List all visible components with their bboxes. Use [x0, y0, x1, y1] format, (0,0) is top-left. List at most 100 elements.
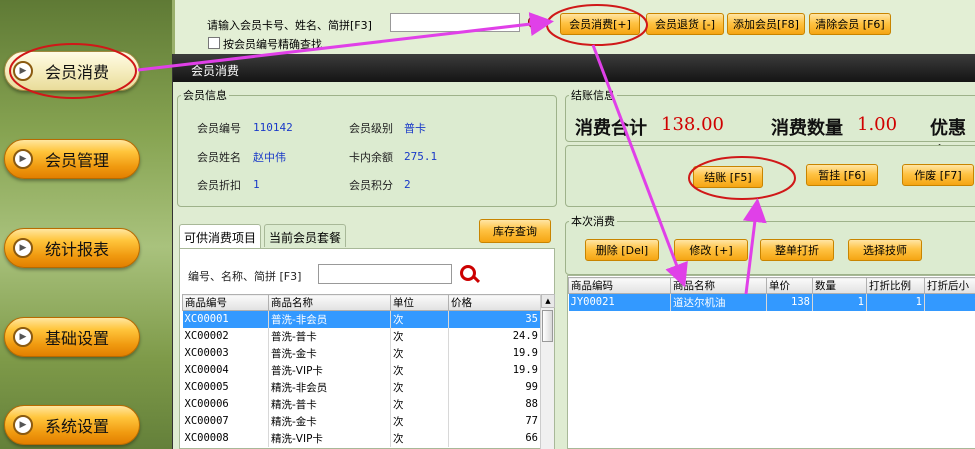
search-label: 请输入会员卡号、姓名、简拼[F3] — [207, 19, 372, 32]
exact-match-checkbox[interactable] — [208, 37, 220, 49]
choose-technician-button[interactable]: 选择技师 — [848, 239, 922, 261]
cell-code: XC00003 — [182, 344, 269, 362]
col-header[interactable]: 单价 — [766, 277, 813, 294]
table-row[interactable]: XC00004 普洗-VIP卡 次 19.9 — [182, 361, 541, 379]
search-icon[interactable] — [528, 15, 542, 29]
member-id-value: 110142 — [253, 121, 293, 134]
col-header[interactable]: 打折比例 — [866, 277, 925, 294]
play-circle-icon: ▶ — [13, 238, 33, 258]
table-row[interactable]: XC00001 普洗-非会员 次 35 — [182, 310, 541, 328]
cell-unit: 次 — [390, 344, 449, 362]
member-consume-button[interactable]: 会员消费[+] — [560, 13, 640, 35]
col-header[interactable]: 数量 — [812, 277, 867, 294]
table-row[interactable]: XC00007 精洗-金卡 次 77 — [182, 412, 541, 430]
play-circle-icon: ▶ — [13, 415, 33, 435]
nav-member-consume-button[interactable]: ▶ 会员消费 — [4, 51, 140, 91]
cell-name: 道达尔机油 — [670, 293, 767, 311]
tab-member-packages[interactable]: 当前会员套餐 — [264, 224, 347, 247]
cell-price: 99 — [448, 378, 541, 396]
modify-line-button[interactable]: 修改 [+] — [674, 239, 748, 261]
hold-button[interactable]: 暂挂 [F6] — [806, 164, 878, 186]
void-button[interactable]: 作废 [F7] — [902, 164, 974, 186]
products-scrollbar[interactable]: ▲ — [540, 294, 555, 449]
member-search-input[interactable] — [390, 13, 520, 32]
whole-discount-button[interactable]: 整单打折 — [760, 239, 834, 261]
cell-code: XC00004 — [182, 361, 269, 379]
scroll-thumb[interactable] — [542, 310, 553, 342]
cell-qty: 1 — [812, 293, 867, 311]
member-return-button[interactable]: 会员退货 [-] — [646, 13, 724, 35]
table-row[interactable]: XC00006 精洗-普卡 次 88 — [182, 395, 541, 413]
clear-member-button[interactable]: 清除会员 [F6] — [809, 13, 891, 35]
nav-label: 基础设置 — [45, 329, 110, 348]
item-filter-input[interactable] — [318, 264, 452, 284]
stock-query-button[interactable]: 库存查询 — [479, 219, 551, 243]
table-row[interactable]: XC00002 普洗-普卡 次 24.9 — [182, 327, 541, 345]
cell-code: XC00005 — [182, 378, 269, 396]
col-header[interactable]: 商品编码 — [568, 277, 671, 294]
cell-unit: 次 — [390, 395, 449, 413]
tab-available-items[interactable]: 可供消费项目 — [179, 224, 262, 248]
cell-code: XC00001 — [182, 310, 269, 328]
nav-system-settings-button[interactable]: ▶ 系统设置 — [4, 405, 140, 445]
cell-name: 精洗-普卡 — [268, 395, 391, 413]
current-consumption-table: 商品编码 商品名称 单价 数量 打折比例 打折后小 JY00021 道达尔机油 … — [568, 277, 975, 311]
quantity-value: 1.00 — [857, 114, 898, 135]
cell-name: 精洗-金卡 — [268, 412, 391, 430]
col-header[interactable]: 商品编号 — [182, 294, 269, 311]
cell-after-discount: ￥13 — [924, 293, 975, 311]
cell-price: 77 — [448, 412, 541, 430]
cell-name: 普洗-VIP卡 — [268, 361, 391, 379]
col-header[interactable]: 商品名称 — [670, 277, 767, 294]
cell-price: 35 — [448, 310, 541, 328]
cell-ratio: 1 — [866, 293, 925, 311]
cell-price: 19.9 — [448, 361, 541, 379]
member-name-label: 会员姓名 — [197, 151, 241, 164]
play-circle-icon: ▶ — [13, 327, 33, 347]
cell-unit: 次 — [390, 412, 449, 430]
col-header[interactable]: 价格 — [448, 294, 541, 311]
member-points-value: 2 — [404, 178, 411, 191]
nav-label: 系统设置 — [45, 417, 110, 436]
member-name-value: 赵中伟 — [253, 151, 286, 164]
delete-line-button[interactable]: 删除 [Del] — [585, 239, 659, 261]
member-level-value: 普卡 — [404, 122, 426, 135]
add-member-button[interactable]: 添加会员[F8] — [727, 13, 805, 35]
col-header[interactable]: 打折后小 — [924, 277, 975, 294]
cell-price: 88 — [448, 395, 541, 413]
current-consumption-grid-wrap: 商品编码 商品名称 单价 数量 打折比例 打折后小 JY00021 道达尔机油 … — [567, 275, 975, 449]
table-row[interactable]: XC00008 精洗-VIP卡 次 66 — [182, 429, 541, 447]
cell-name: 普洗-非会员 — [268, 310, 391, 328]
col-header[interactable]: 商品名称 — [268, 294, 391, 311]
play-circle-icon: ▶ — [13, 61, 33, 81]
cell-unit: 次 — [390, 429, 449, 447]
settle-button[interactable]: 结账 [F5] — [693, 166, 763, 188]
member-discount-label: 会员折扣 — [197, 179, 241, 192]
nav-member-manage-button[interactable]: ▶ 会员管理 — [4, 139, 140, 179]
table-row[interactable]: XC00003 普洗-金卡 次 19.9 — [182, 344, 541, 362]
member-consume-window: 会员消费 会员信息 会员编号 110142 会员级别 普卡 会员姓名 赵中伟 卡… — [172, 54, 975, 449]
window-title: 会员消费 — [173, 54, 975, 82]
filter-label: 编号、名称、简拼 [F3] — [188, 270, 302, 283]
table-row[interactable]: JY00021 道达尔机油 138 1 1 ￥13 — [568, 293, 975, 311]
member-id-label: 会员编号 — [197, 122, 241, 135]
nav-basic-settings-button[interactable]: ▶ 基础设置 — [4, 317, 140, 357]
cell-unit: 次 — [390, 361, 449, 379]
total-value: 138.00 — [661, 114, 724, 135]
products-table: 商品编号 商品名称 单位 价格 XC00001 普洗-非会员 次 35 XC00… — [182, 294, 541, 447]
col-header[interactable]: 单位 — [390, 294, 449, 311]
nav-reports-button[interactable]: ▶ 统计报表 — [4, 228, 140, 268]
member-discount-value: 1 — [253, 178, 260, 191]
cell-name: 精洗-非会员 — [268, 378, 391, 396]
cell-price: 138 — [766, 293, 813, 311]
search-icon[interactable] — [460, 265, 476, 281]
member-info-legend: 会员信息 — [183, 89, 227, 102]
cell-code: JY00021 — [568, 293, 671, 311]
card-balance-value: 275.1 — [404, 150, 438, 163]
scroll-up-arrow-icon[interactable]: ▲ — [541, 294, 555, 308]
table-row[interactable]: XC00005 精洗-非会员 次 99 — [182, 378, 541, 396]
checkout-info-legend: 结账信息 — [571, 89, 615, 102]
play-circle-icon: ▶ — [13, 149, 33, 169]
cell-code: XC00008 — [182, 429, 269, 447]
card-balance-label: 卡内余额 — [349, 151, 393, 164]
